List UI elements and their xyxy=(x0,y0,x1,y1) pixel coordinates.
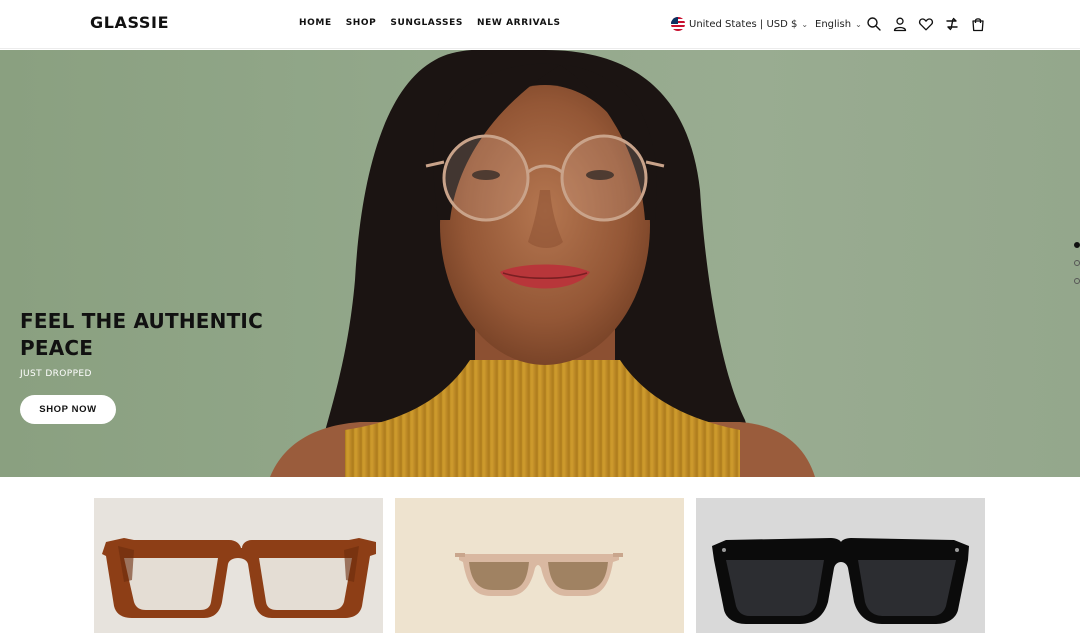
search-icon[interactable] xyxy=(866,14,882,34)
slider-pagination xyxy=(1074,242,1080,284)
site-header: GLASSIE HOME SHOP SUNGLASSES NEW ARRIVAL… xyxy=(0,0,1080,49)
compare-icon[interactable] xyxy=(944,14,960,34)
product-tile-clear-sunglasses[interactable] xyxy=(395,498,684,633)
nav-home[interactable]: HOME xyxy=(299,18,332,28)
account-icon[interactable] xyxy=(892,14,908,34)
hero-banner: FEEL THE AUTHENTIC PEACE JUST DROPPED SH… xyxy=(0,50,1080,477)
language-label: English xyxy=(815,18,852,30)
chevron-down-icon: ⌄ xyxy=(855,19,862,29)
slide-dot-3[interactable] xyxy=(1074,278,1080,284)
product-tiles xyxy=(94,498,985,633)
hero-title: FEEL THE AUTHENTIC PEACE xyxy=(20,309,263,360)
country-currency-label: United States | USD $ xyxy=(689,18,798,30)
country-currency-selector[interactable]: United States | USD $ ⌄ xyxy=(671,15,808,33)
slide-dot-2[interactable] xyxy=(1074,260,1080,266)
logo[interactable]: GLASSIE xyxy=(90,13,169,32)
clear-sunglasses-image xyxy=(455,553,623,596)
chevron-down-icon: ⌄ xyxy=(801,19,809,29)
language-selector[interactable]: English ⌄ xyxy=(815,15,862,33)
hero-model-photo xyxy=(270,50,815,477)
main-nav: HOME SHOP SUNGLASSES NEW ARRIVALS xyxy=(299,18,561,28)
wishlist-icon[interactable] xyxy=(918,14,934,34)
nav-new-arrivals[interactable]: NEW ARRIVALS xyxy=(477,18,561,28)
cart-icon[interactable] xyxy=(970,14,986,34)
hero-subtitle: JUST DROPPED xyxy=(20,369,92,379)
slide-dot-1[interactable] xyxy=(1074,242,1080,248)
nav-shop[interactable]: SHOP xyxy=(346,18,377,28)
shop-now-button[interactable]: SHOP NOW xyxy=(20,395,116,424)
product-tile-tortoise-eyeglasses[interactable] xyxy=(94,498,383,633)
product-tile-black-sunglasses[interactable] xyxy=(696,498,985,633)
tortoise-eyeglasses-image xyxy=(102,538,376,618)
us-flag-icon xyxy=(671,17,685,31)
header-icons xyxy=(866,14,986,34)
black-sunglasses-image xyxy=(712,538,969,624)
nav-sunglasses[interactable]: SUNGLASSES xyxy=(390,18,463,28)
